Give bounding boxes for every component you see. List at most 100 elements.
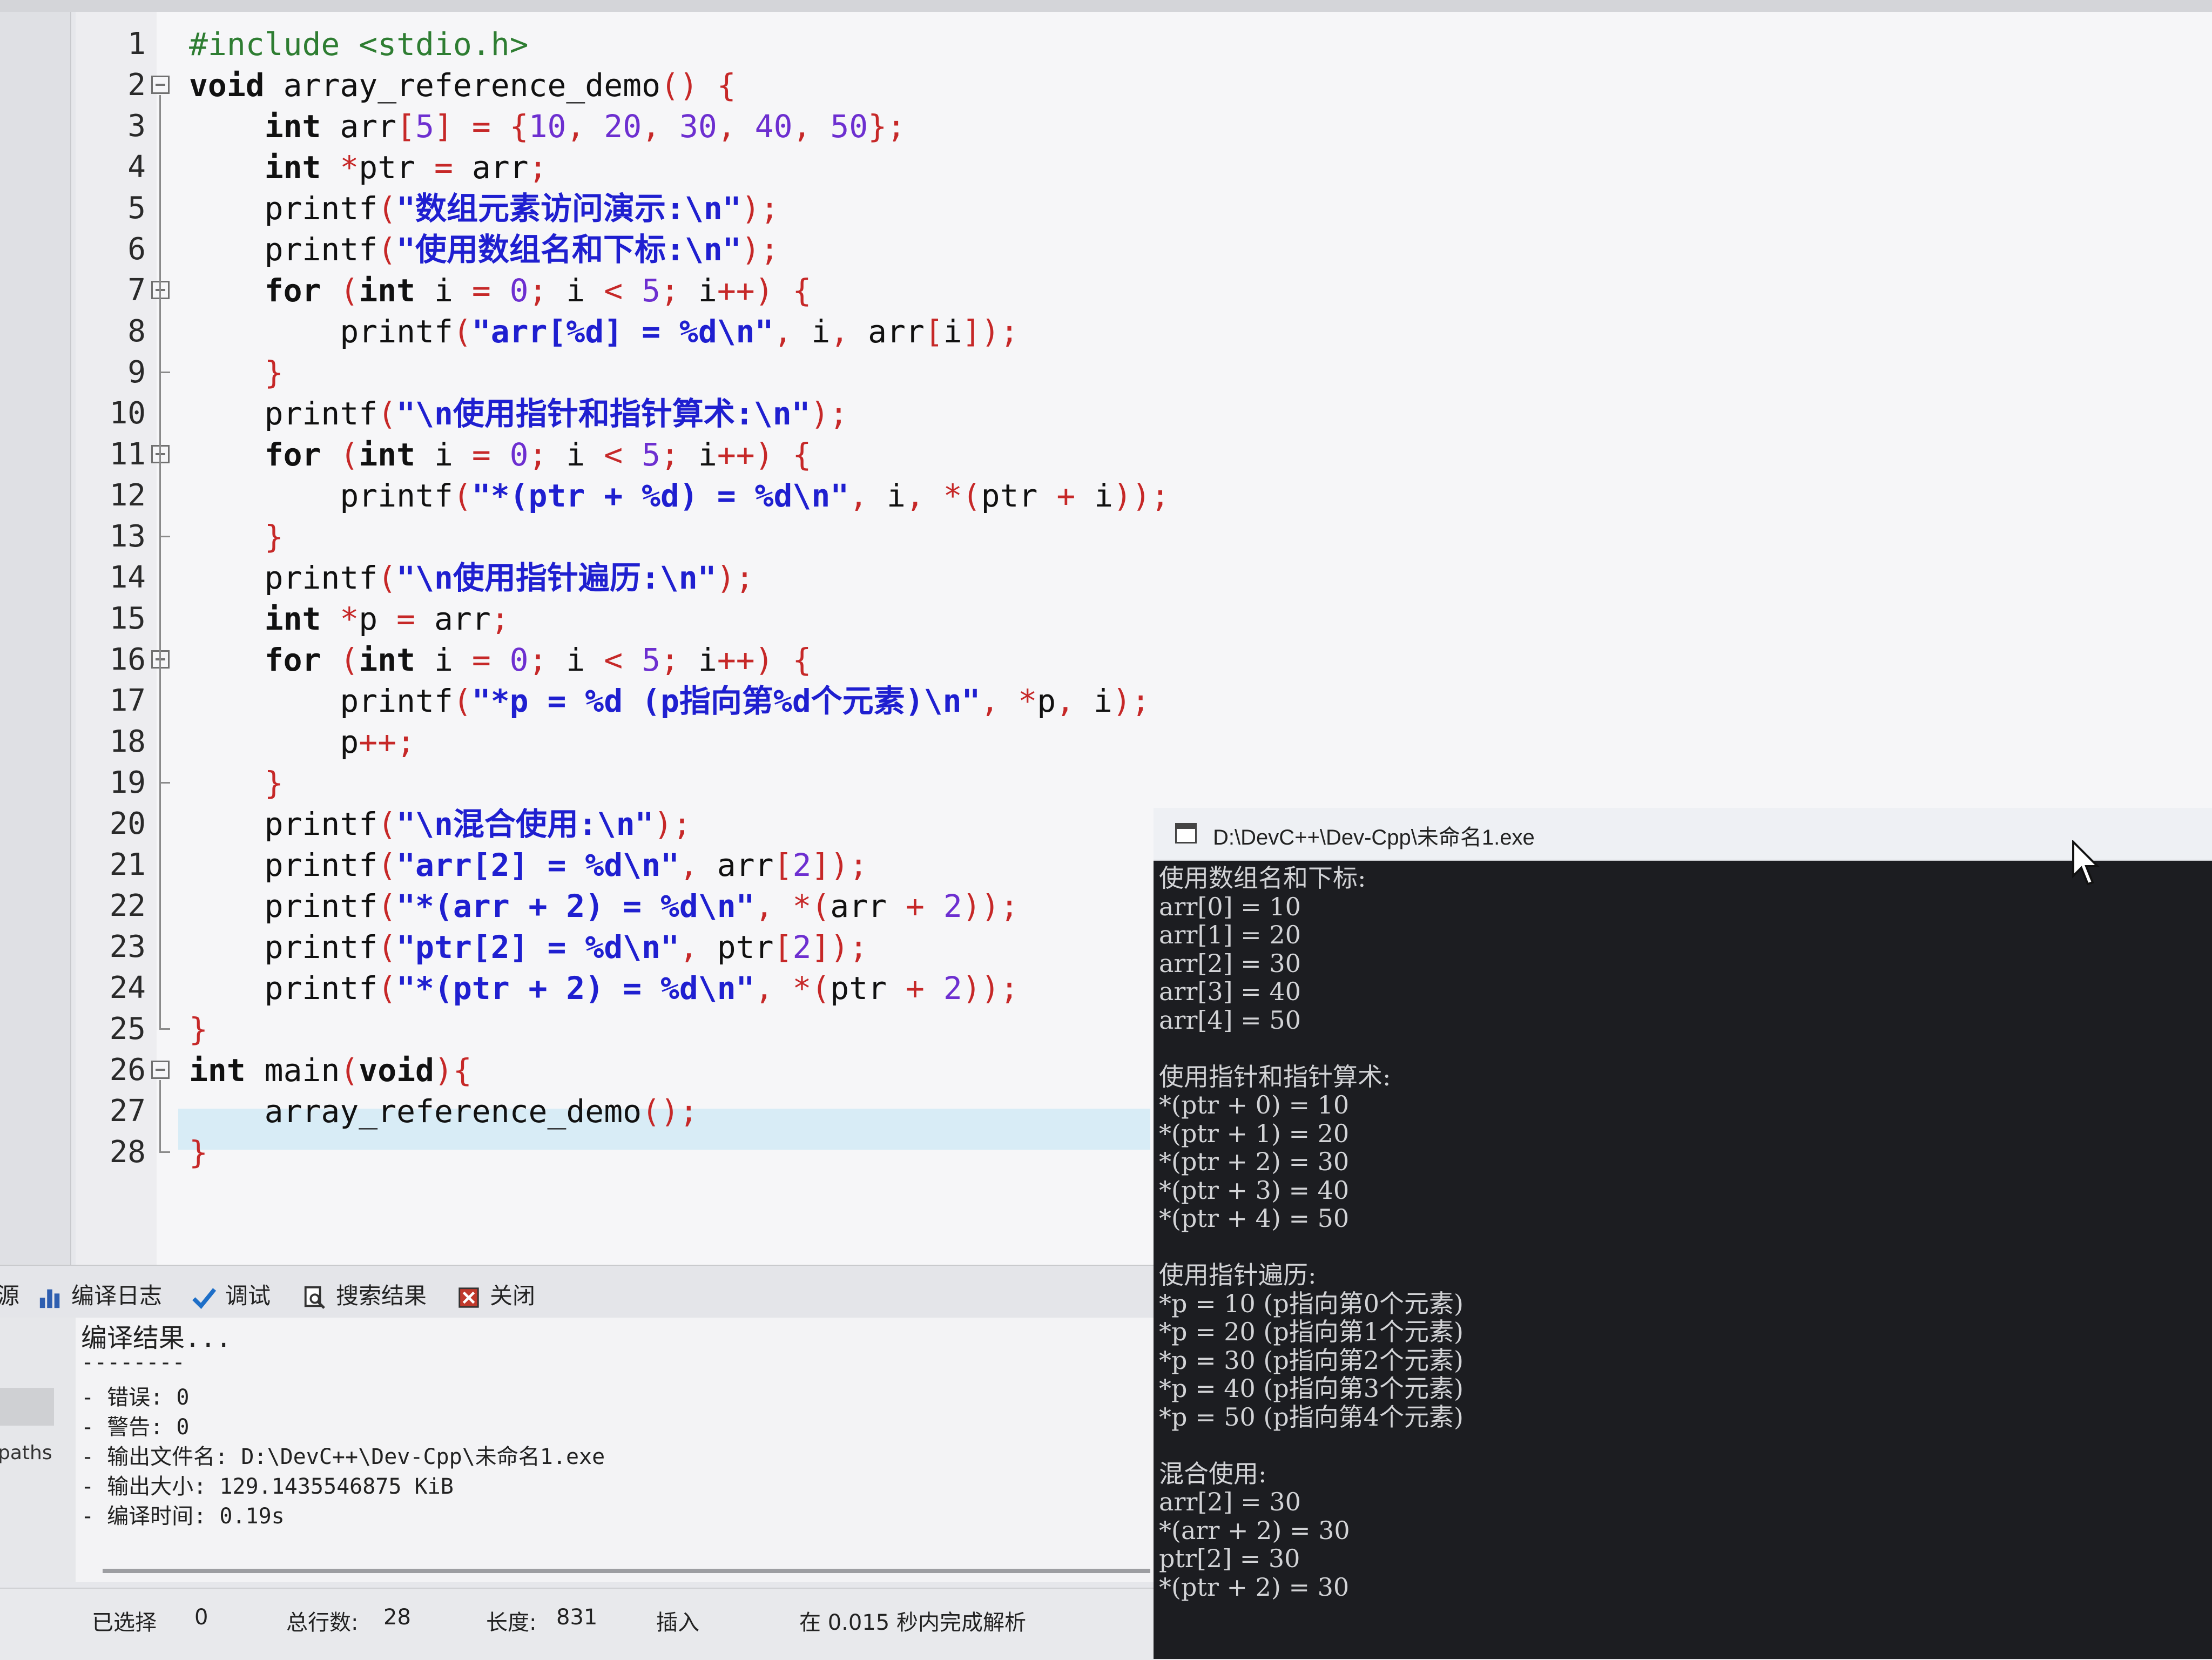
code-line[interactable]: }	[189, 352, 2025, 393]
close-panel-icon	[458, 1287, 479, 1308]
code-line[interactable]: printf("*(ptr + %d) = %d\n", i, *(ptr + …	[189, 475, 2025, 516]
console-line: arr[1] = 20	[1159, 920, 1301, 949]
status-bar: 已选择 0 总行数: 28 长度: 831 插入 在 0.015 秒内完成解析	[0, 1588, 1154, 1660]
search-document-icon	[304, 1286, 325, 1309]
console-window-icon	[1175, 823, 1197, 844]
log-output-size: - 输出大小: 129.1435546875 KiB	[81, 1474, 454, 1499]
code-line[interactable]: void array_reference_demo() {	[189, 65, 2025, 106]
fold-toggle-icon[interactable]	[151, 76, 170, 94]
tab-close[interactable]: 关闭	[456, 1278, 535, 1311]
log-heading: 编译结果...	[81, 1323, 232, 1353]
title-strip	[0, 0, 2212, 12]
line-number: 6	[127, 232, 146, 267]
code-line[interactable]: for (int i = 0; i < 5; i++) {	[189, 639, 2025, 680]
console-line: *p = 10 (p指向第0个元素)	[1159, 1288, 1464, 1318]
console-line: *p = 20 (p指向第1个元素)	[1159, 1317, 1464, 1346]
code-line[interactable]: }	[189, 516, 2025, 557]
console-line: *(ptr + 2) = 30	[1159, 1147, 1350, 1176]
tab-close-label: 关闭	[490, 1283, 536, 1309]
console-line: ptr[2] = 30	[1159, 1544, 1300, 1573]
fold-guide-end	[159, 1028, 170, 1030]
code-line[interactable]: printf("数组元素访问演示:\n");	[189, 188, 2025, 229]
line-number: 26	[109, 1052, 146, 1088]
code-line[interactable]: printf("\n使用指针和指针算术:\n");	[189, 393, 2025, 434]
code-line[interactable]: int *ptr = arr;	[189, 147, 2025, 188]
fold-guide	[159, 464, 161, 536]
fold-guide	[159, 95, 161, 1028]
line-number: 16	[109, 642, 146, 677]
console-line: arr[2] = 30	[1159, 1487, 1301, 1516]
bar-chart-icon	[39, 1289, 60, 1308]
line-number: 2	[127, 68, 146, 103]
line-number: 7	[127, 273, 146, 308]
tab-search-results-label: 搜索结果	[336, 1283, 427, 1309]
code-line[interactable]: printf("\n使用指针遍历:\n");	[189, 557, 2025, 598]
tab-search-results[interactable]: 搜索结果	[302, 1278, 427, 1311]
side-panel-paths-label: paths	[0, 1442, 52, 1464]
console-line: 使用指针和指针算术:	[1159, 1062, 1391, 1091]
side-panel-box	[0, 1388, 54, 1426]
console-line: *(ptr + 0) = 10	[1159, 1090, 1350, 1119]
console-line: *(ptr + 4) = 50	[1159, 1204, 1350, 1233]
line-number: 23	[109, 929, 146, 964]
horizontal-scrollbar[interactable]	[103, 1569, 1150, 1573]
line-number: 18	[109, 724, 146, 759]
line-number: 25	[109, 1011, 146, 1047]
code-line[interactable]: printf("*p = %d (p指向第%d个元素)\n", *p, i);	[189, 680, 2025, 721]
tab-debug[interactable]: 调试	[192, 1278, 271, 1311]
line-number: 1	[127, 26, 146, 62]
line-number: 22	[109, 888, 146, 923]
console-line: arr[2] = 30	[1159, 948, 1301, 978]
line-number: 19	[109, 765, 146, 800]
code-line[interactable]: int *p = arr;	[189, 598, 2025, 639]
code-line[interactable]: printf("使用数组名和下标:\n");	[189, 229, 2025, 270]
code-line[interactable]: int arr[5] = {10, 20, 30, 40, 50};	[189, 106, 2025, 147]
code-line[interactable]: for (int i = 0; i < 5; i++) {	[189, 434, 2025, 475]
code-line[interactable]: p++;	[189, 721, 2025, 762]
log-side-panel: paths	[0, 1318, 76, 1582]
console-title: D:\DevC++\Dev-Cpp\未命名1.exe	[1213, 826, 1535, 849]
line-number: 12	[109, 478, 146, 513]
log-separator: --------	[81, 1350, 185, 1375]
code-line[interactable]: for (int i = 0; i < 5; i++) {	[189, 270, 2025, 311]
status-parse-info: 在 0.015 秒内完成解析	[799, 1610, 1026, 1635]
fold-guide-end	[159, 1151, 170, 1153]
line-number: 3	[127, 109, 146, 144]
fold-guide-end	[159, 372, 170, 373]
code-line[interactable]: }	[189, 762, 2025, 804]
log-output-file: - 输出文件名: D:\DevC++\Dev-Cpp\未命名1.exe	[81, 1445, 605, 1469]
fold-toggle-icon[interactable]	[151, 1061, 170, 1079]
tab-compile-log[interactable]: 编译日志	[38, 1278, 162, 1311]
code-line[interactable]: printf("arr[%d] = %d\n", i, arr[i]);	[189, 311, 2025, 352]
line-number: 28	[109, 1135, 146, 1170]
console-line: 使用数组名和下标:	[1159, 863, 1366, 893]
console-line: arr[4] = 50	[1159, 1005, 1301, 1035]
console-window[interactable]: D:\DevC++\Dev-Cpp\未命名1.exe 使用数组名和下标: arr[…	[1154, 808, 2212, 1659]
tab-debug-label: 调试	[225, 1283, 271, 1309]
console-line: arr[0] = 10	[1159, 892, 1301, 921]
line-number: 24	[109, 970, 146, 1006]
line-number: 8	[127, 314, 146, 349]
status-total-lines-value: 28	[383, 1605, 411, 1630]
line-number: 15	[109, 601, 146, 636]
checkmark-icon	[192, 1287, 217, 1309]
status-length-label: 长度:	[486, 1610, 537, 1635]
code-line[interactable]: #include <stdio.h>	[189, 24, 2025, 65]
console-title-bar[interactable]: D:\DevC++\Dev-Cpp\未命名1.exe	[1154, 808, 2212, 861]
tab-resources-partial[interactable]: 源	[0, 1278, 19, 1311]
bottom-panel-tabs: 源 编译日志 调试 搜索结果 关闭	[0, 1265, 1154, 1319]
line-number: 27	[109, 1094, 146, 1129]
line-number: 4	[127, 150, 146, 185]
status-total-lines-label: 总行数:	[286, 1610, 359, 1635]
status-selected-label: 已选择	[92, 1610, 157, 1635]
line-number: 20	[109, 806, 146, 841]
console-line: *p = 30 (p指向第2个元素)	[1159, 1345, 1464, 1375]
fold-guide	[159, 1080, 161, 1151]
project-panel-edge	[0, 12, 71, 1265]
console-line: *p = 40 (p指向第3个元素)	[1159, 1374, 1464, 1403]
console-line: *(ptr + 3) = 40	[1159, 1175, 1350, 1205]
fold-guide	[159, 670, 161, 782]
